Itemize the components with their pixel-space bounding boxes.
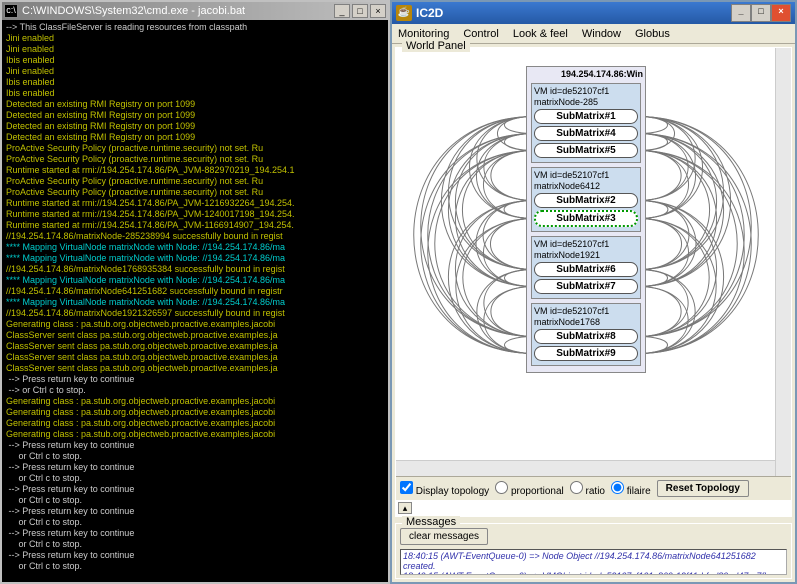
- actor-submatrix2[interactable]: SubMatrix#2: [534, 193, 638, 208]
- node-title: matrixNode-285: [534, 97, 638, 107]
- actor-submatrix5[interactable]: SubMatrix#5: [534, 143, 638, 158]
- clear-messages-button[interactable]: clear messages: [400, 528, 488, 545]
- node-title: matrixNode1768: [534, 317, 638, 327]
- messages-label: Messages: [402, 516, 460, 528]
- menu-monitoring[interactable]: Monitoring: [398, 28, 449, 40]
- scrollbar-vertical[interactable]: [775, 48, 791, 476]
- console-window: c:\ C:\WINDOWS\System32\cmd.exe - jacobi…: [0, 0, 390, 584]
- topology-view[interactable]: 194.254.174.86:Win VM id=de52107cf1matri…: [396, 48, 791, 476]
- vm-title: VM id=de52107cf1: [534, 239, 638, 249]
- ic2d-titlebar[interactable]: ☕ IC2D _ □ ×: [392, 2, 795, 24]
- actor-submatrix7[interactable]: SubMatrix#7: [534, 279, 638, 294]
- scrollbar-horizontal[interactable]: [396, 460, 775, 476]
- vm-title: VM id=de52107cf1: [534, 170, 638, 180]
- menu-window[interactable]: Window: [582, 28, 621, 40]
- host-box[interactable]: 194.254.174.86:Win VM id=de52107cf1matri…: [526, 66, 646, 373]
- world-panel: World Panel 194.254.174.86:Win VM id=de5…: [395, 47, 792, 517]
- messages-panel: Messages clear messages 18:40:15 (AWT-Ev…: [395, 523, 792, 579]
- console-output: --> This ClassFileServer is reading reso…: [2, 20, 388, 582]
- java-icon: ☕: [396, 5, 412, 21]
- messages-body[interactable]: 18:40:15 (AWT-EventQueue-0) => Node Obje…: [400, 549, 787, 575]
- menu-lookfeel[interactable]: Look & feel: [513, 28, 568, 40]
- display-topology-checkbox[interactable]: Display topology: [400, 481, 489, 497]
- minimize-button[interactable]: _: [334, 4, 350, 18]
- proportional-radio[interactable]: proportional: [495, 481, 564, 497]
- vm-box[interactable]: VM id=de52107cf1matrixNode6412 SubMatrix#…: [531, 167, 641, 232]
- close-button[interactable]: ×: [771, 4, 791, 22]
- actor-submatrix4[interactable]: SubMatrix#4: [534, 126, 638, 141]
- actor-submatrix8[interactable]: SubMatrix#8: [534, 329, 638, 344]
- vm-title: VM id=de52107cf1: [534, 306, 638, 316]
- menu-globus[interactable]: Globus: [635, 28, 670, 40]
- vm-title: VM id=de52107cf1: [534, 86, 638, 96]
- menu-control[interactable]: Control: [463, 28, 498, 40]
- ic2d-window: ☕ IC2D _ □ × Monitoring Control Look & f…: [390, 0, 797, 584]
- vm-box[interactable]: VM id=de52107cf1matrixNode1921 SubMatrix#…: [531, 236, 641, 299]
- close-button[interactable]: ×: [370, 4, 386, 18]
- console-title: C:\WINDOWS\System32\cmd.exe - jacobi.bat: [22, 5, 334, 17]
- filaire-radio[interactable]: filaire: [611, 481, 651, 497]
- actor-submatrix6[interactable]: SubMatrix#6: [534, 262, 638, 277]
- maximize-button[interactable]: □: [751, 4, 771, 22]
- reset-topology-button[interactable]: Reset Topology: [657, 480, 749, 497]
- node-title: matrixNode1921: [534, 250, 638, 260]
- minimize-button[interactable]: _: [731, 4, 751, 22]
- actor-submatrix3[interactable]: SubMatrix#3: [534, 210, 638, 227]
- vm-box[interactable]: VM id=de52107cf1matrixNode1768 SubMatrix#…: [531, 303, 641, 366]
- host-title: 194.254.174.86:Win: [529, 69, 643, 79]
- ic2d-title: IC2D: [416, 6, 443, 20]
- ratio-radio[interactable]: ratio: [570, 481, 605, 497]
- maximize-button[interactable]: □: [352, 4, 368, 18]
- actor-submatrix9[interactable]: SubMatrix#9: [534, 346, 638, 361]
- console-icon: c:\: [4, 4, 18, 18]
- vm-box[interactable]: VM id=de52107cf1matrixNode-285 SubMatrix#…: [531, 83, 641, 163]
- actor-submatrix1[interactable]: SubMatrix#1: [534, 109, 638, 124]
- scale-button[interactable]: ▴: [398, 502, 412, 514]
- node-title: matrixNode6412: [534, 181, 638, 191]
- topology-controls: Display topology proportional ratio fila…: [396, 476, 791, 500]
- console-titlebar[interactable]: c:\ C:\WINDOWS\System32\cmd.exe - jacobi…: [2, 2, 388, 20]
